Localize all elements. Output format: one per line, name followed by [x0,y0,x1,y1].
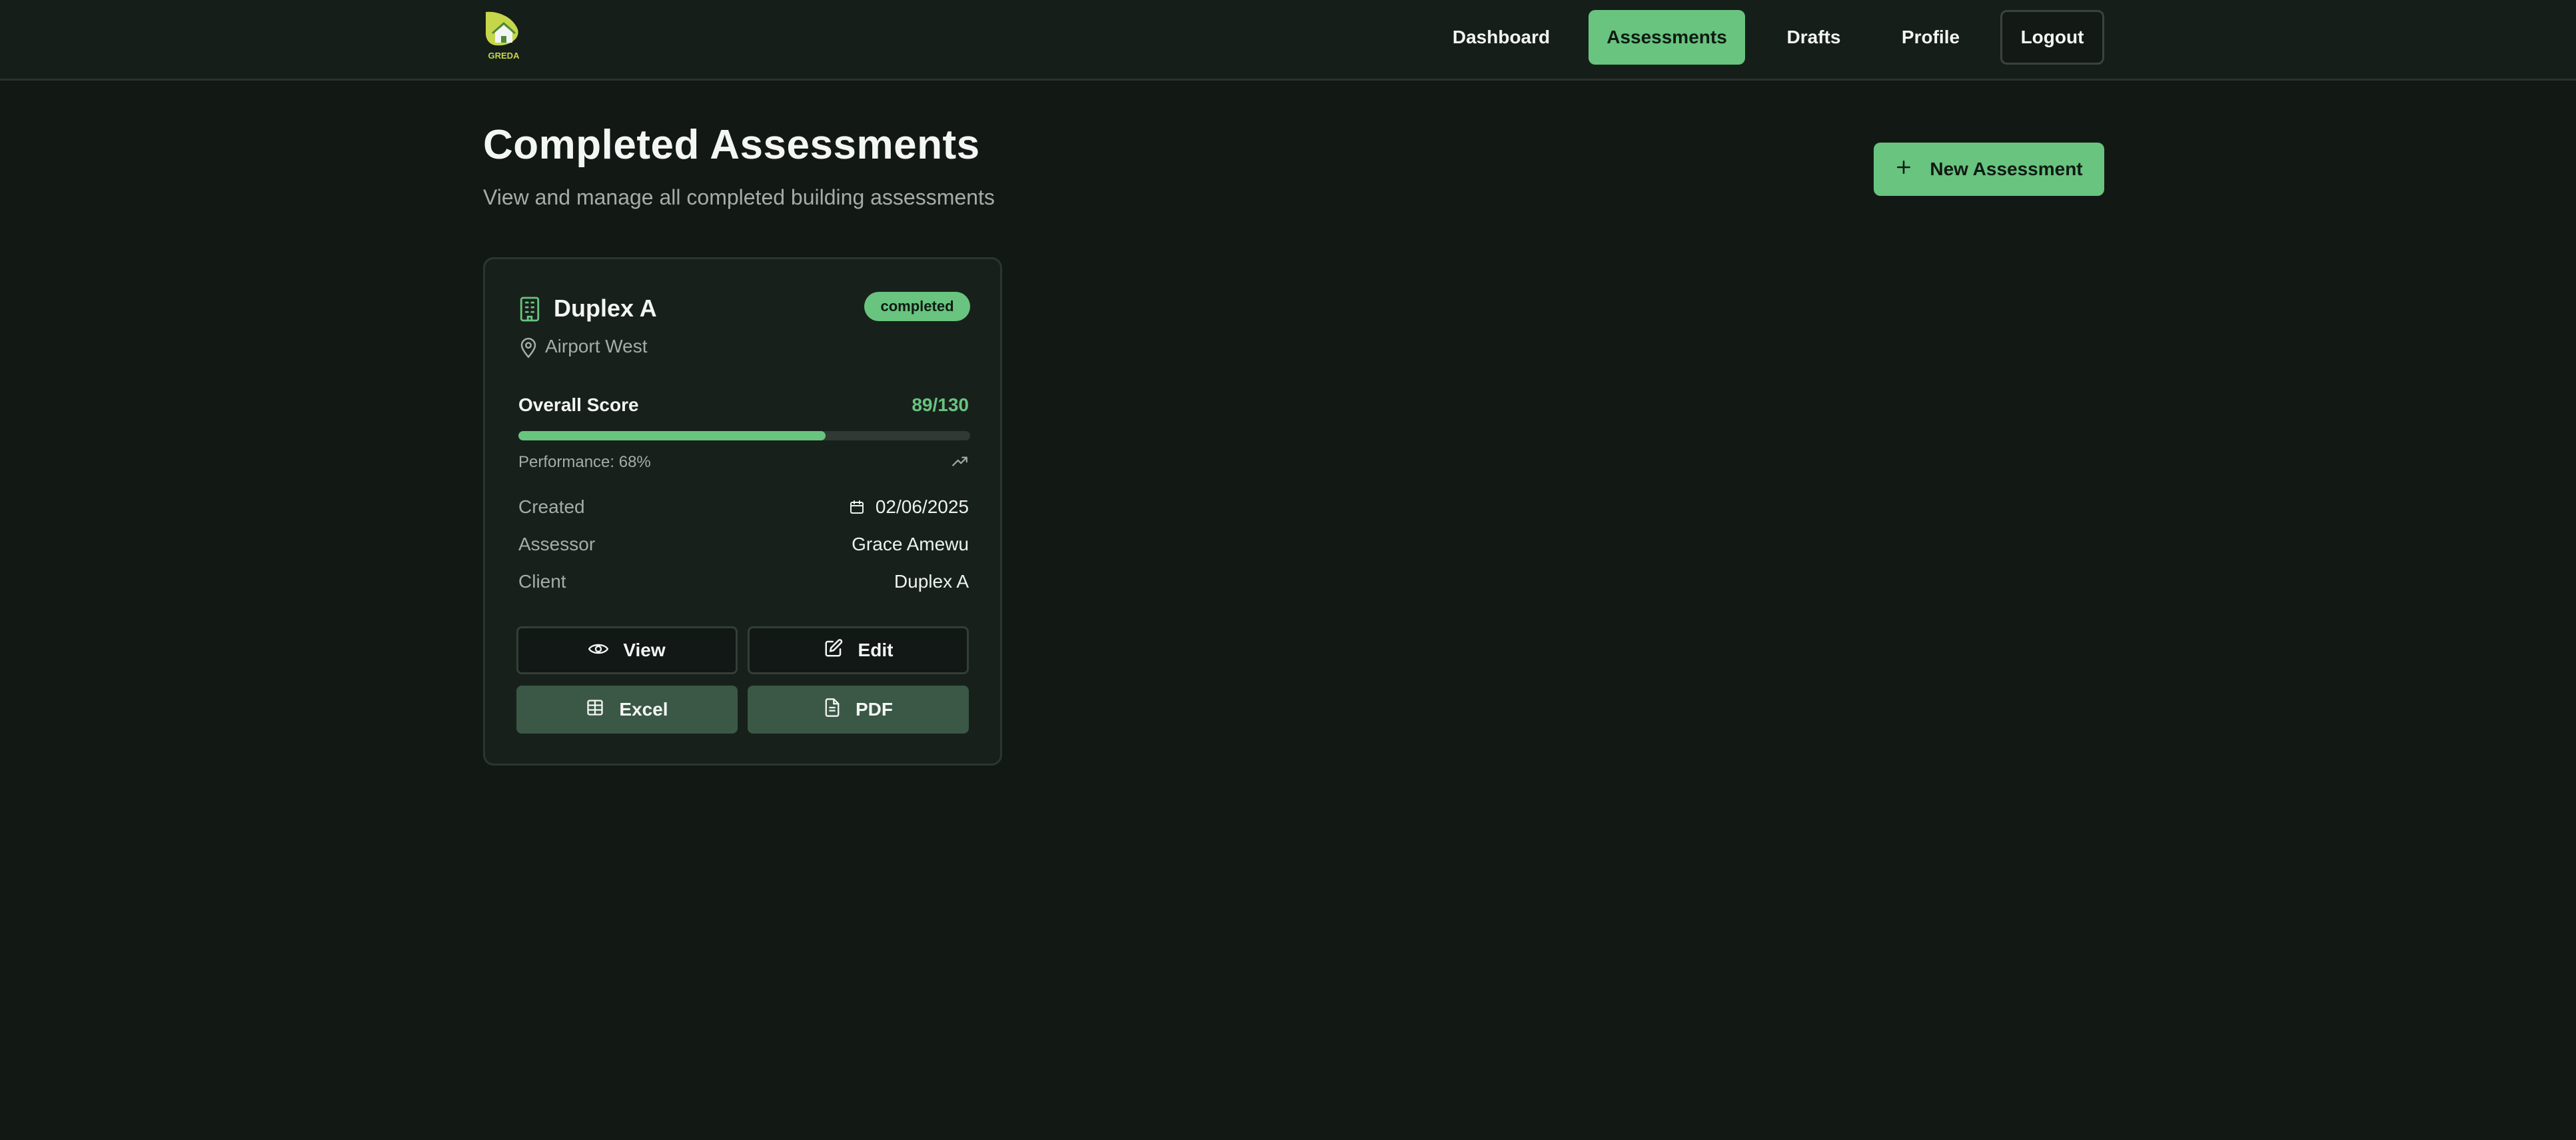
edit-icon [824,638,844,663]
created-value: 02/06/2025 [875,496,969,517]
file-text-icon [824,698,841,722]
assessor-value: Grace Amewu [852,534,969,554]
excel-button[interactable]: Excel [516,686,738,734]
assessor-label: Assessor [518,534,596,554]
edit-button[interactable]: Edit [748,626,969,674]
assessment-card: Duplex A completed Airport West Overall … [483,257,1002,766]
top-navbar: GREDA Dashboard Assessments Drafts Profi… [0,0,2576,81]
trending-up-icon [952,454,969,472]
score-progress-fill [518,431,826,440]
calendar-icon [849,498,865,519]
nav-profile[interactable]: Profile [1886,10,1976,65]
assessment-title: Duplex A [554,294,657,322]
nav-dashboard[interactable]: Dashboard [1438,10,1565,65]
greda-logo[interactable]: GREDA [483,9,524,61]
performance-text: Performance: 68% [518,453,651,471]
new-assessment-label: New Assessment [1930,159,2083,179]
nav-assessments[interactable]: Assessments [1589,10,1745,65]
eye-icon [588,640,609,661]
created-label: Created [518,496,585,517]
logout-button[interactable]: Logout [2000,10,2104,65]
status-badge: completed [864,292,970,321]
page-title: Completed Assessments [483,122,980,168]
table-icon [586,698,604,722]
new-assessment-button[interactable]: New Assessment [1874,143,2104,196]
logo-wordmark: GREDA [488,51,520,61]
edit-button-label: Edit [858,640,894,660]
view-button-label: View [623,640,666,660]
building-icon [518,296,541,326]
client-label: Client [518,571,566,592]
assessment-location: Airport West [545,336,648,356]
view-button[interactable]: View [516,626,738,674]
overall-score-value: 89/130 [912,394,969,415]
pdf-button-label: PDF [856,699,893,720]
pdf-button[interactable]: PDF [748,686,969,734]
plus-icon [1895,159,1912,181]
excel-button-label: Excel [619,699,668,720]
client-value: Duplex A [894,571,969,592]
score-progress-bar [518,431,970,440]
map-pin-icon [518,336,538,362]
nav-drafts[interactable]: Drafts [1772,10,1855,65]
overall-score-label: Overall Score [518,394,639,415]
page-subtitle: View and manage all completed building a… [483,185,995,209]
